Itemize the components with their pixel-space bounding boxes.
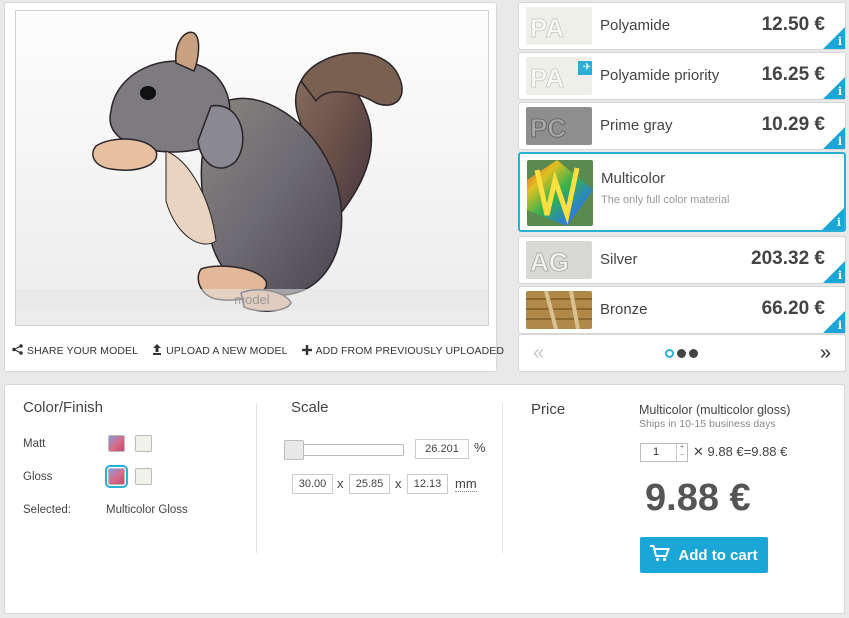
scale-percent-input[interactable]: 26.201 — [415, 439, 469, 459]
quantity-stepper[interactable]: 1 + − — [640, 443, 688, 462]
material-price: 16.25 € — [761, 64, 825, 85]
info-icon[interactable]: i — [837, 216, 841, 229]
material-polyamide-priority[interactable]: PA ✈ Polyamide priority 16.25 € i — [518, 52, 846, 100]
page-dot-3[interactable] — [689, 349, 698, 358]
size-z-input[interactable]: 12.13 — [407, 474, 448, 494]
prev-page-button[interactable]: « — [533, 342, 544, 365]
plane-icon: ✈ — [578, 61, 592, 75]
add-to-cart-label: Add to cart — [678, 546, 758, 564]
info-icon[interactable]: i — [838, 269, 842, 282]
material-thumbnail — [526, 291, 592, 329]
price-title: Price — [531, 401, 566, 418]
share-model-link[interactable]: SHARE YOUR MODEL — [12, 344, 138, 358]
matt-white-swatch[interactable] — [135, 435, 152, 452]
color-finish-title: Color/Finish — [23, 399, 104, 416]
material-price: 66.20 € — [761, 298, 825, 319]
info-icon[interactable]: i — [838, 35, 842, 48]
material-name: Multicolor — [601, 170, 666, 187]
page-dot-1[interactable] — [665, 349, 674, 358]
add-to-cart-button[interactable]: Add to cart — [640, 537, 768, 573]
material-thumbnail: AG — [526, 241, 592, 279]
material-name: Silver — [600, 251, 638, 268]
shipping-info: Ships in 10-15 business days — [639, 418, 776, 430]
materials-list: PA Polyamide 12.50 € i PA ✈ Polyamide pr… — [518, 2, 846, 336]
scale-slider-track[interactable] — [290, 444, 404, 456]
material-price: 203.32 € — [751, 248, 825, 269]
material-name: Bronze — [600, 301, 648, 318]
gloss-label: Gloss — [23, 471, 53, 483]
material-polyamide[interactable]: PA Polyamide 12.50 € i — [518, 2, 846, 50]
info-icon[interactable]: i — [838, 85, 842, 98]
upload-model-link[interactable]: UPLOAD A NEW MODEL — [152, 344, 287, 358]
scale-title: Scale — [291, 399, 329, 416]
material-subtitle: The only full color material — [601, 194, 730, 206]
material-prime-gray[interactable]: PC Prime gray 10.29 € i — [518, 102, 846, 150]
selected-label: Selected: — [23, 504, 71, 516]
quantity-value: 1 — [653, 446, 660, 458]
scale-slider-handle[interactable] — [284, 440, 304, 460]
info-icon[interactable]: i — [838, 319, 842, 332]
selected-value: Multicolor Gloss — [106, 504, 188, 516]
total-price: 9.88 € — [645, 477, 751, 519]
divider — [256, 403, 257, 553]
upload-model-label: UPLOAD A NEW MODEL — [166, 345, 288, 357]
svg-text:PA: PA — [530, 13, 564, 43]
price-formula: ✕ 9.88 €=9.88 € — [693, 444, 788, 459]
material-multicolor[interactable]: Multicolor The only full color material … — [518, 152, 846, 232]
info-icon[interactable]: i — [838, 135, 842, 148]
product-name: Multicolor (multicolor gloss) — [639, 403, 791, 417]
material-name: Prime gray — [600, 117, 673, 134]
material-thumbnail — [527, 160, 593, 226]
divider — [502, 403, 503, 553]
material-price: 12.50 € — [761, 14, 825, 35]
page-dot-2[interactable] — [677, 349, 686, 358]
plus-icon — [301, 344, 312, 358]
material-thumbnail: PC — [526, 107, 592, 145]
unit-select[interactable]: mm — [455, 476, 477, 492]
percent-unit: % — [474, 440, 486, 455]
configuration-panel: Color/Finish Matt Gloss Selected: Multic… — [4, 384, 845, 614]
material-thumbnail: PA — [526, 7, 592, 45]
svg-text:PC: PC — [530, 113, 566, 143]
share-icon — [12, 344, 23, 358]
add-previous-link[interactable]: ADD FROM PREVIOUSLY UPLOADED — [301, 344, 505, 358]
material-price: 10.29 € — [761, 114, 825, 135]
model-viewer[interactable]: model — [15, 10, 489, 326]
gloss-white-swatch[interactable] — [135, 468, 152, 485]
material-name: Polyamide — [600, 17, 671, 34]
viewer-actions: SHARE YOUR MODEL UPLOAD A NEW MODEL ADD … — [12, 344, 504, 358]
add-previous-label: ADD FROM PREVIOUSLY UPLOADED — [315, 345, 505, 357]
gloss-multicolor-swatch[interactable] — [105, 465, 128, 488]
matt-multicolor-swatch[interactable] — [108, 435, 125, 452]
size-y-input[interactable]: 25.85 — [349, 474, 390, 494]
material-silver[interactable]: AG Silver 203.32 € i — [518, 236, 846, 284]
size-x-input[interactable]: 30.00 — [292, 474, 333, 494]
matt-label: Matt — [23, 438, 46, 450]
next-page-button[interactable]: » — [820, 342, 831, 365]
upload-icon — [152, 344, 162, 358]
model-label: model — [16, 289, 488, 311]
times-sign: x — [337, 476, 344, 491]
squirrel-model — [92, 31, 403, 312]
page-dots — [665, 349, 698, 358]
material-bronze[interactable]: Bronze 66.20 € i — [518, 286, 846, 334]
model-viewer-panel: model — [4, 2, 497, 372]
quantity-spin-buttons[interactable]: + − — [676, 444, 687, 461]
share-model-label: SHARE YOUR MODEL — [27, 345, 139, 357]
times-sign: x — [395, 476, 402, 491]
svg-text:AG: AG — [530, 247, 569, 277]
svg-text:PA: PA — [530, 63, 564, 93]
material-thumbnail: PA ✈ — [526, 57, 592, 95]
material-name: Polyamide priority — [600, 67, 720, 84]
cart-icon — [650, 544, 671, 566]
materials-pager: « » — [518, 334, 846, 372]
